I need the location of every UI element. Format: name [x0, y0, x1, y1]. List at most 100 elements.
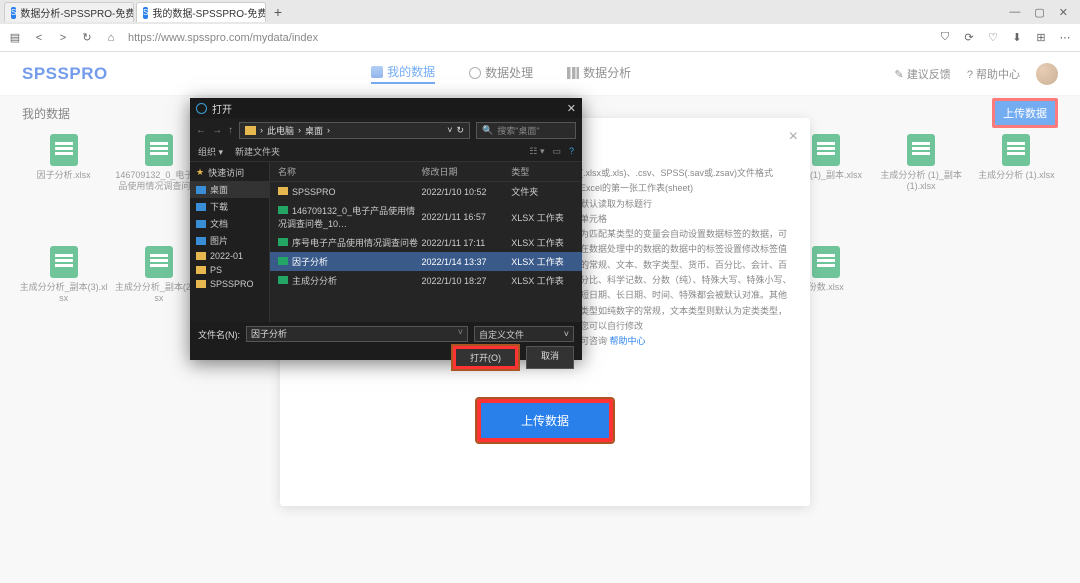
nav-dataprocess[interactable]: 数据处理 [469, 63, 533, 84]
upload-data-modal-button[interactable]: 上传数据 [477, 399, 613, 442]
upload-data-button[interactable]: 上传数据 [992, 98, 1058, 128]
sidebar-item[interactable]: SPSSPRO [190, 277, 269, 291]
preview-icon[interactable]: ▭ [552, 146, 561, 157]
nav-dataanalysis[interactable]: 数据分析 [567, 63, 631, 84]
more-icon[interactable]: ⋯ [1058, 31, 1072, 44]
nav-forward-icon[interactable]: > [56, 32, 70, 44]
nav-refresh-icon[interactable]: ↻ [80, 31, 94, 44]
close-icon[interactable]: × [789, 128, 798, 146]
path-seg: › [260, 125, 263, 135]
help-link[interactable]: ? 帮助中心 [967, 66, 1020, 82]
tab-label: 我的数据-SPSSPRO-免费专业的 [152, 5, 266, 20]
dialog-app-icon [196, 103, 207, 114]
file-item[interactable]: 主成分分析 (1)_副本 (1).xlsx [875, 134, 966, 192]
file-item[interactable]: 主成分分析 (1).xlsx [971, 134, 1062, 192]
window-maximize-icon[interactable]: ▢ [1034, 6, 1044, 19]
xlsx-icon [278, 206, 288, 214]
path-seg[interactable]: 此电脑 [267, 124, 294, 137]
sidebar-item[interactable]: PS [190, 263, 269, 277]
search-placeholder: 搜索"桌面" [497, 124, 539, 137]
file-item [875, 246, 966, 304]
sidebar-item[interactable]: 2022-01 [190, 249, 269, 263]
filename-label: 文件名(N): [198, 328, 240, 341]
sync-icon[interactable]: ⟳ [962, 31, 976, 44]
menu-icon[interactable]: ▤ [8, 31, 22, 44]
dialog-open-button[interactable]: 打开(O) [453, 346, 518, 369]
new-folder-button[interactable]: 新建文件夹 [235, 145, 280, 158]
window-close-icon[interactable]: ✕ [1059, 6, 1068, 19]
feedback-link[interactable]: ✎ 建议反馈 [895, 66, 951, 82]
sidebar-item[interactable]: 图片 [190, 232, 269, 249]
chart-icon [567, 67, 579, 79]
file-name: 主成分分析_副本(3).xlsx [20, 282, 108, 304]
nav-back-icon[interactable]: < [32, 32, 46, 44]
tip-line: 为匹配某类型的变量会自动设置数据标签的数据，可在数据处理中的数据的数据中的标签设… [580, 227, 792, 258]
filename-input[interactable]: 因子分析˅ [246, 326, 468, 342]
xlsx-icon [145, 246, 173, 278]
nav-up-icon[interactable]: ↑ [228, 125, 233, 136]
window-minimize-icon[interactable]: — [1009, 6, 1020, 19]
col-date[interactable]: 修改日期 [422, 165, 512, 178]
site-logo[interactable]: SPSSPRO [22, 64, 108, 84]
path-breadcrumb[interactable]: › 此电脑 › 桌面 › ˅ ↻ [239, 122, 470, 139]
dialog-search-input[interactable]: 🔍 搜索"桌面" [476, 122, 576, 139]
extension-icon[interactable]: ⊞ [1034, 31, 1048, 44]
tip-line: 的常规、文本、数字类型、货币、百分比、会计、百分比、科学记数、分数（纯）、特殊大… [580, 258, 792, 334]
help-center-link[interactable]: 帮助中心 [610, 336, 646, 346]
file-row[interactable]: 因子分析2022/1/14 13:37XLSX 工作表 [270, 252, 582, 271]
download-icon[interactable]: ⬇ [1010, 31, 1024, 44]
refresh-icon[interactable]: ↻ [456, 125, 464, 136]
filetype-select[interactable]: 自定义文件˅ [474, 326, 574, 342]
sidebar-item[interactable]: 桌面 [190, 181, 269, 198]
view-icon[interactable]: ☷ ▾ [529, 146, 544, 157]
xlsx-icon [145, 134, 173, 166]
site-header: SPSSPRO 我的数据 数据处理 数据分析 ✎ 建议反馈 ? 帮助中心 [0, 52, 1080, 96]
new-tab-button[interactable]: + [268, 2, 288, 22]
col-type[interactable]: 类型 [511, 165, 574, 178]
browser-tab-active[interactable]: S我的数据-SPSSPRO-免费专业的 [136, 2, 266, 22]
sidebar-item[interactable]: 下载 [190, 198, 269, 215]
dialog-close-icon[interactable]: ✕ [567, 102, 576, 115]
shield-icon[interactable]: ⛉ [938, 31, 952, 44]
nav-mydata[interactable]: 我的数据 [371, 63, 435, 84]
sidebar-item[interactable]: 文档 [190, 215, 269, 232]
file-item[interactable]: 主成分分析_副本(3).xlsx [18, 246, 109, 304]
tip-line: Excel的第一张工作表(sheet) [580, 181, 792, 196]
dialog-cancel-button[interactable]: 取消 [526, 346, 574, 369]
folder-icon [278, 187, 288, 195]
file-row[interactable]: 序号电子产品使用情况调查问卷2022/1/11 17:11XLSX 工作表 [270, 233, 582, 252]
col-name[interactable]: 名称 [278, 165, 422, 178]
browser-tab[interactable]: S数据分析-SPSSPRO-免费专业的 [4, 2, 134, 22]
nav-label: 我的数据 [387, 63, 435, 80]
folder-icon [196, 220, 206, 228]
tip-line: (.xlsx或.xls)、.csv、SPSS(.sav或.zsav)文件格式 [580, 166, 792, 181]
help-icon[interactable]: ? [569, 146, 574, 157]
sidebar-item[interactable]: ★快速访问 [190, 164, 269, 181]
tip-line: 单元格 [580, 212, 792, 227]
file-row[interactable]: 146709132_0_电子产品使用情况调查问卷_10…2022/1/11 16… [270, 201, 582, 233]
user-avatar[interactable] [1036, 63, 1058, 85]
heart-icon[interactable]: ♡ [986, 31, 1000, 44]
star-icon: ★ [196, 167, 204, 178]
dialog-sidebar: ★快速访问桌面下载文档图片2022-01PSSPSSPRO [190, 162, 270, 322]
tab-label: 数据分析-SPSSPRO-免费专业的 [20, 5, 134, 20]
os-open-dialog: 打开 ✕ ← → ↑ › 此电脑 › 桌面 › ˅ ↻ 🔍 搜索"桌面" 组织 ▾… [190, 98, 582, 360]
url-text[interactable]: https://www.spsspro.com/mydata/index [128, 32, 928, 44]
chevron-down-icon[interactable]: ˅ [447, 125, 452, 135]
nav-forward-icon[interactable]: → [212, 125, 222, 136]
dialog-file-list: 名称 修改日期 类型 SPSSPRO2022/1/10 10:52文件夹1467… [270, 162, 582, 322]
organize-menu[interactable]: 组织 ▾ [198, 145, 223, 158]
dialog-title: 打开 [212, 101, 232, 116]
search-icon: 🔍 [482, 125, 493, 136]
nav-home-icon[interactable]: ⌂ [104, 32, 118, 44]
gear-icon [469, 67, 481, 79]
path-seg[interactable]: 桌面 [305, 124, 323, 137]
nav-back-icon[interactable]: ← [196, 125, 206, 136]
folder-icon [196, 280, 206, 288]
tip-line: 默认读取为标题行 [580, 197, 792, 212]
file-item[interactable]: 因子分析.xlsx [18, 134, 109, 192]
path-seg: › [327, 125, 330, 135]
xlsx-icon [812, 246, 840, 278]
file-row[interactable]: 主成分分析2022/1/10 18:27XLSX 工作表 [270, 271, 582, 290]
file-row[interactable]: SPSSPRO2022/1/10 10:52文件夹 [270, 182, 582, 201]
